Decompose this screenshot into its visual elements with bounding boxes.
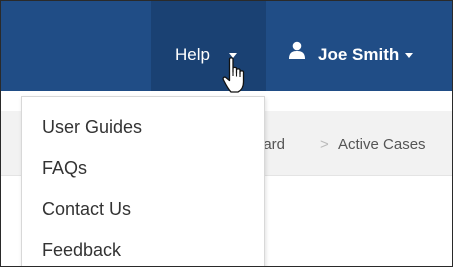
screenshot-frame: Help Joe Smith oard > Active Cases User … bbox=[0, 0, 453, 267]
user-icon bbox=[289, 41, 305, 59]
help-dropdown-menu: User Guides FAQs Contact Us Feedback bbox=[21, 96, 265, 266]
menu-item-user-guides[interactable]: User Guides bbox=[42, 117, 142, 138]
hand-pointer-cursor-icon bbox=[222, 57, 245, 93]
menu-item-feedback[interactable]: Feedback bbox=[42, 240, 121, 261]
menu-item-faqs[interactable]: FAQs bbox=[42, 158, 87, 179]
breadcrumb-current: Active Cases bbox=[338, 136, 426, 153]
user-menu-toggle[interactable]: Joe Smith bbox=[318, 45, 399, 65]
breadcrumb-separator: > bbox=[320, 136, 329, 153]
menu-item-contact-us[interactable]: Contact Us bbox=[42, 199, 131, 220]
help-menu-label: Help bbox=[175, 45, 210, 64]
user-caret-down-icon bbox=[405, 53, 413, 58]
